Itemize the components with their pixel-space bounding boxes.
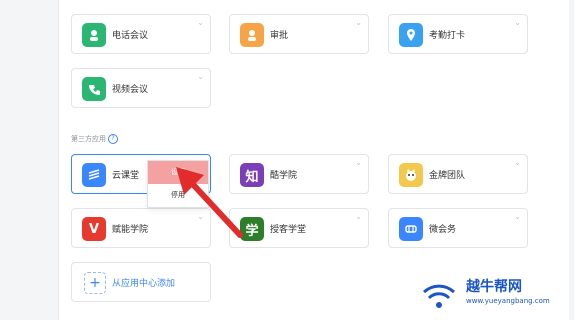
- app-card-ku-academy[interactable]: 知 酷学院 ⌄: [229, 154, 369, 194]
- chevron-down-icon[interactable]: ⌄: [355, 158, 362, 167]
- app-card-phone-meeting[interactable]: 电话会议 ⌄: [71, 14, 211, 54]
- chevron-down-icon[interactable]: ⌄: [355, 18, 362, 27]
- user-icon: [240, 23, 264, 47]
- cloud-class-icon: [82, 163, 106, 187]
- help-icon[interactable]: ?: [108, 134, 118, 144]
- app-card-approval[interactable]: 审批 ⌄: [229, 14, 369, 54]
- chevron-down-icon[interactable]: ⌄: [197, 72, 204, 81]
- app-label: 考勤打卡: [429, 31, 466, 41]
- app-label: 授客学堂: [270, 225, 307, 235]
- app-label: 酷学院: [270, 171, 298, 181]
- cat-mascot-icon: [399, 163, 423, 187]
- app-card-shouke-school[interactable]: 学 授客学堂 ⌄: [229, 208, 369, 248]
- add-app-button[interactable]: + 从应用中心添加: [71, 262, 211, 302]
- location-pin-icon: [399, 23, 423, 47]
- plus-icon: +: [84, 272, 106, 294]
- app-label: 金牌团队: [429, 171, 466, 181]
- app-label: 视频会议: [112, 85, 149, 95]
- video-call-icon: [82, 77, 106, 101]
- phone-user-icon: [82, 23, 106, 47]
- app-card-gold-team[interactable]: 金牌团队 ⌄: [388, 154, 528, 194]
- red-arrow-annotation: [176, 167, 243, 238]
- app-label: 微会务: [429, 225, 457, 235]
- wifi-logo-icon: [422, 284, 456, 308]
- chevron-down-icon[interactable]: ⌄: [514, 18, 521, 27]
- chevron-down-icon[interactable]: ⌄: [514, 158, 521, 167]
- app-card-video-meeting[interactable]: 视频会议 ⌄: [71, 68, 211, 108]
- v-logo-icon: V: [82, 217, 106, 241]
- chevron-down-icon[interactable]: ⌄: [355, 212, 362, 221]
- app-label: 审批: [270, 31, 289, 41]
- chevron-down-icon[interactable]: ⌄: [514, 212, 521, 221]
- chevron-down-icon[interactable]: ⌄: [197, 18, 204, 27]
- watermark-title: 越牛帮网: [466, 279, 522, 295]
- watermark: 越牛帮网 www.yueyangbang.com: [418, 274, 568, 316]
- app-card-micro-meeting[interactable]: 微会务 ⌄: [388, 208, 528, 248]
- watermark-url: www.yueyangbang.com: [466, 297, 550, 305]
- app-label: 云课堂: [112, 171, 140, 181]
- meeting-link-icon: [399, 217, 423, 241]
- app-label: 赋能学院: [112, 225, 149, 235]
- section-title: 第三方应用?: [71, 134, 118, 144]
- app-card-attendance[interactable]: 考勤打卡 ⌄: [388, 14, 528, 54]
- app-label: 电话会议: [112, 31, 149, 41]
- add-app-label: 从应用中心添加: [112, 279, 176, 289]
